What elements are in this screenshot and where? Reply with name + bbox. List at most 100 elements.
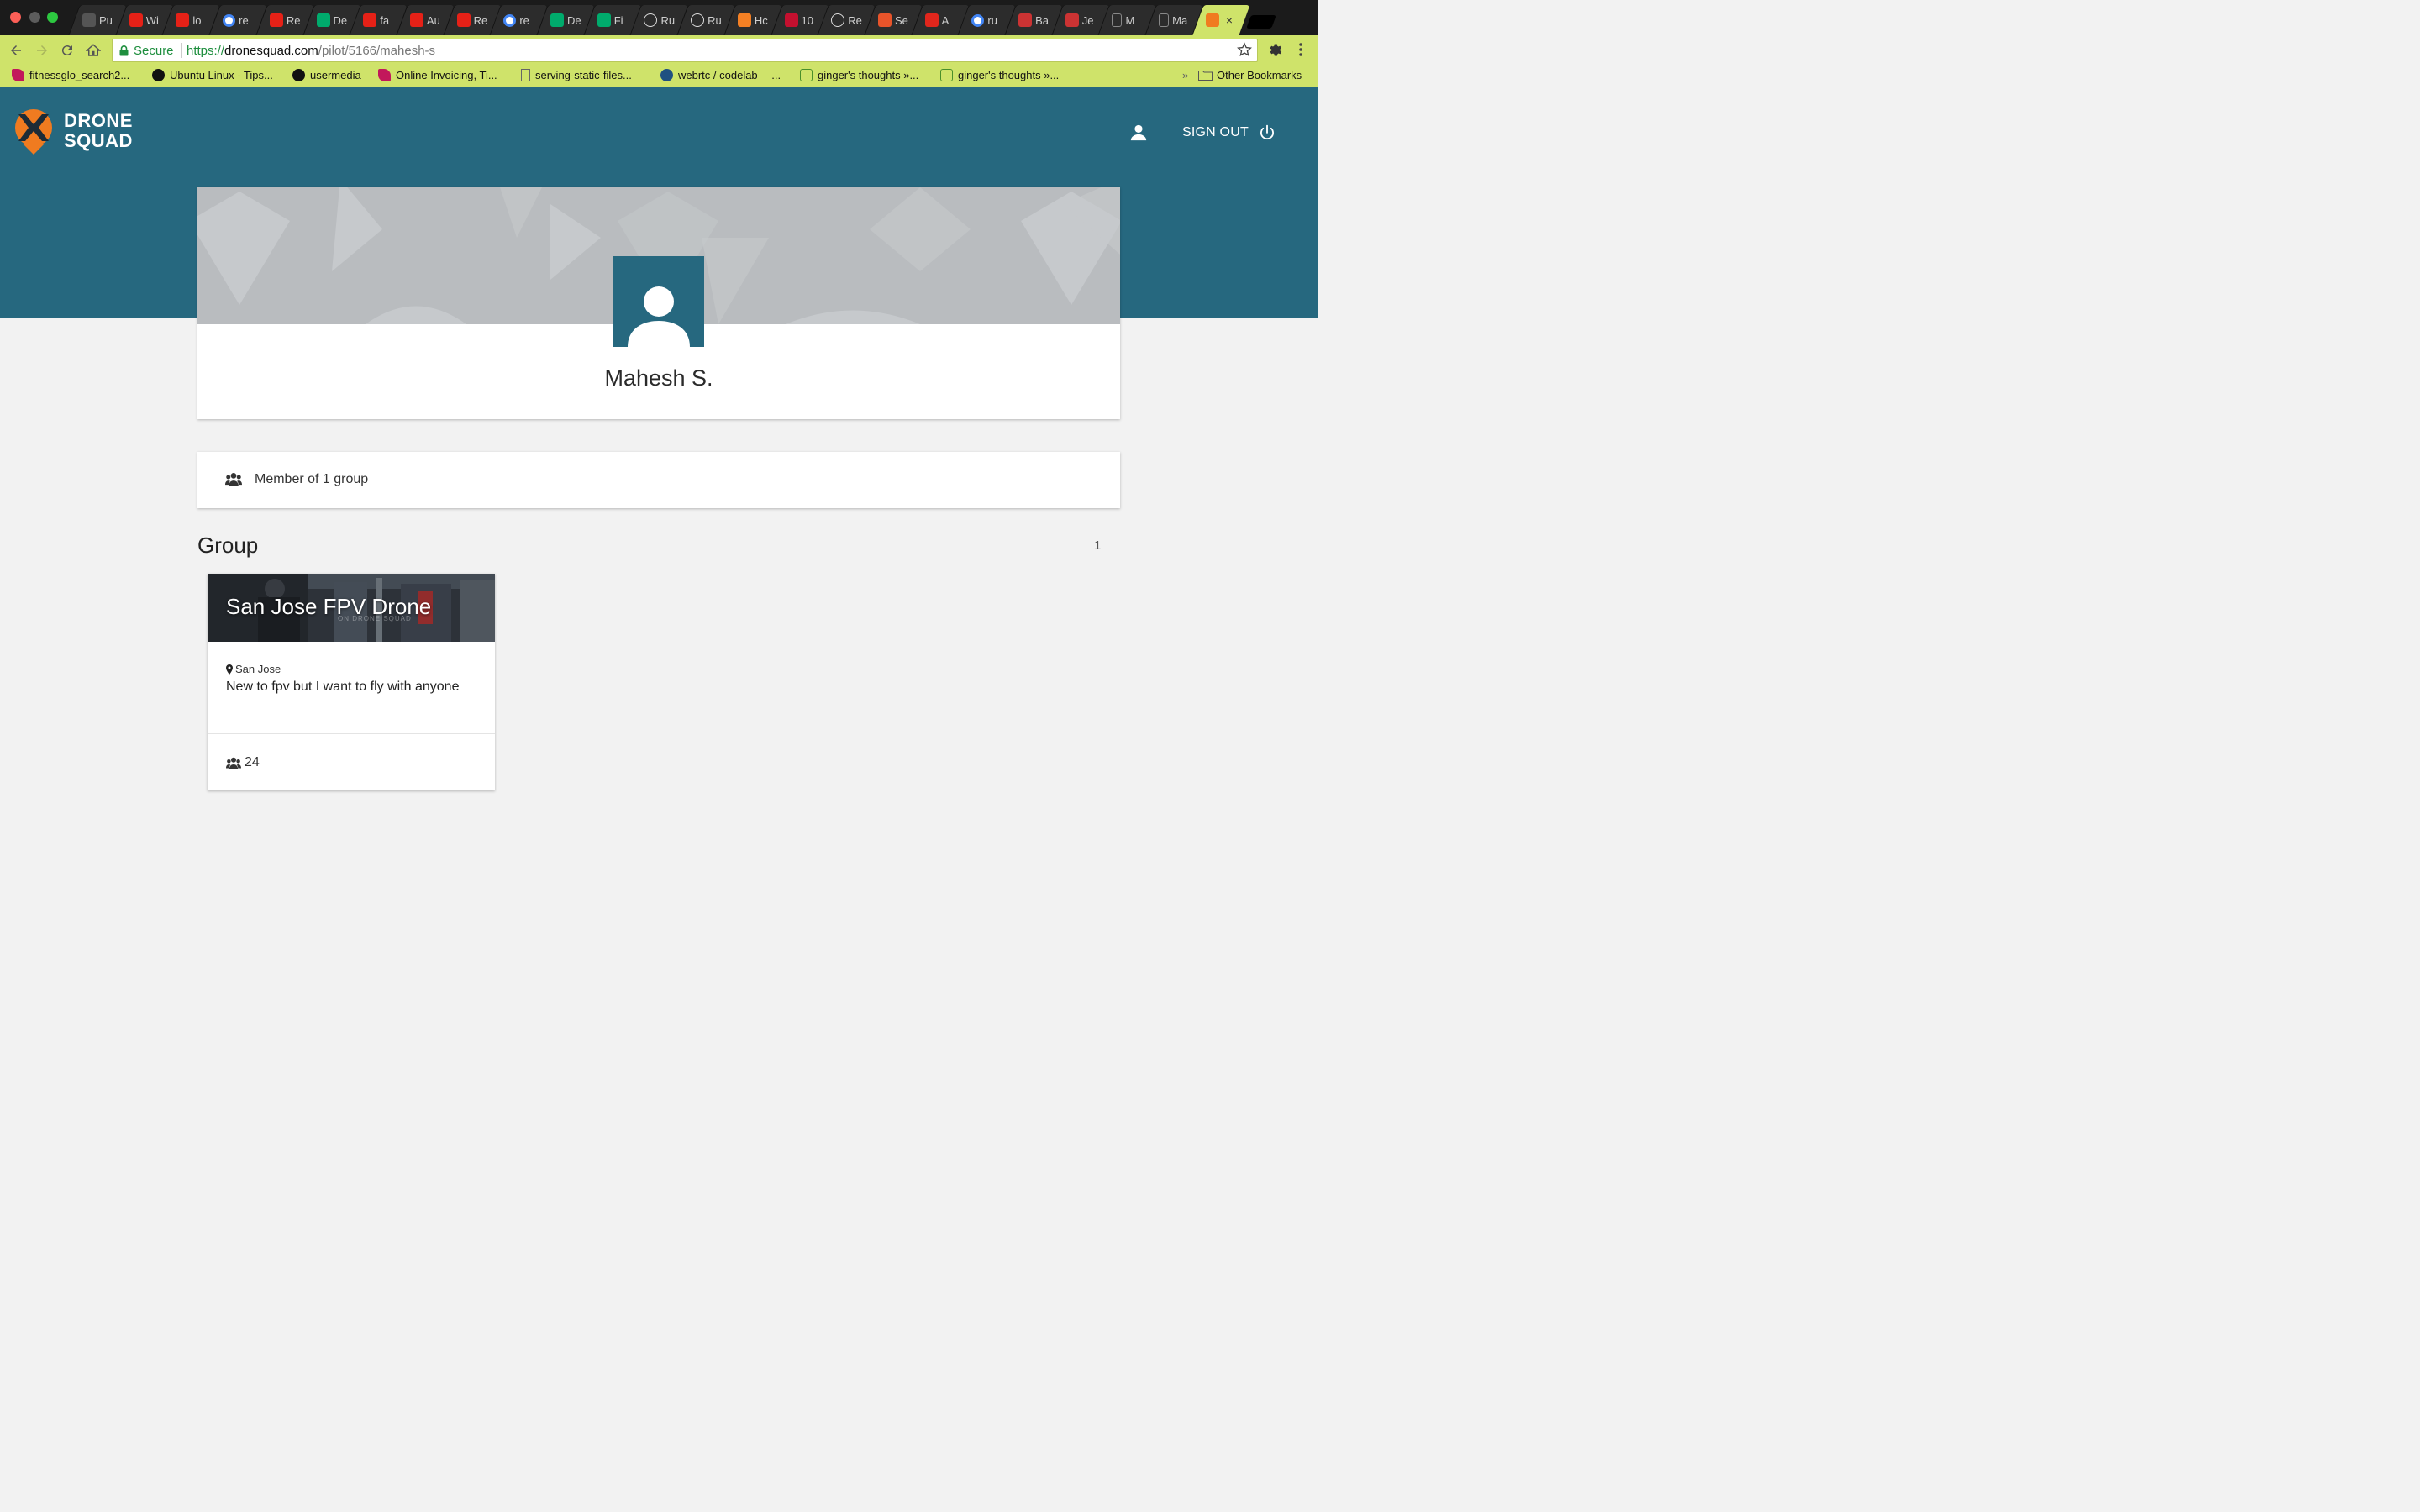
browser-tab[interactable]: Ru: [635, 5, 682, 35]
browser-tab[interactable]: ru: [963, 5, 1010, 35]
browser-tab[interactable]: Au: [402, 5, 449, 35]
bookmark-item[interactable]: usermedia: [292, 69, 361, 81]
bookmark-item[interactable]: webrtc / codelab —...: [660, 69, 781, 81]
browser-tab-label: Ru: [708, 13, 722, 27]
address-bar[interactable]: Secure https://dronesquad.com/pilot/5166…: [112, 39, 1258, 62]
browser-menu-button[interactable]: [1294, 42, 1307, 61]
person-icon: [1130, 124, 1147, 141]
sign-out-icon-button[interactable]: [1259, 124, 1276, 145]
browser-tab-label: Je: [1081, 13, 1094, 27]
bitbucket-icon: [660, 69, 673, 81]
sign-out-button[interactable]: SIGN OUT: [1182, 125, 1249, 140]
bookmark-item[interactable]: serving-static-files...: [521, 69, 632, 81]
bookmark-label: fitnessglo_search2...: [29, 69, 130, 81]
browser-tab-label: De: [567, 13, 581, 27]
group-description: New to fpv but I want to fly with anyone: [226, 680, 460, 694]
security-indicator[interactable]: Secure: [119, 44, 174, 58]
window-zoom-button[interactable]: [47, 12, 58, 23]
browser-tab-label: M: [1125, 13, 1135, 27]
bookmark-label: Online Invoicing, Ti...: [396, 69, 497, 81]
browser-tab[interactable]: Pu: [74, 5, 121, 35]
folder-icon: [1198, 71, 1213, 81]
account-button[interactable]: [1129, 123, 1148, 146]
browser-tab-label: 10: [801, 13, 814, 27]
browser-tab[interactable]: Je: [1057, 5, 1104, 35]
tab-list: Pu Wi lo re Re De fa Au Re re De Fi Ru Ru Hc 10 Re Se Aru B…: [74, 5, 1244, 35]
power-icon: [1260, 124, 1274, 140]
browser-tab[interactable]: Hc: [729, 5, 776, 35]
browser-tab[interactable]: ×: [1197, 5, 1244, 35]
pen-icon: [1018, 13, 1033, 27]
browser-tab-label: lo: [192, 13, 202, 27]
browser-tab[interactable]: Ru: [682, 5, 729, 35]
group-card[interactable]: San Jose FPV Drone ON DRONE SQUAD San Jo…: [208, 574, 495, 790]
bookmarks-bar: fitnessglo_search2... Ubuntu Linux - Tips…: [0, 66, 1318, 87]
bookmark-label: webrtc / codelab —...: [678, 69, 781, 81]
browser-tab-label: Re: [286, 13, 301, 27]
dr-icon: [784, 13, 798, 27]
bookmark-label: serving-static-files...: [535, 69, 632, 81]
bookmark-item[interactable]: Online Invoicing, Ti...: [378, 69, 497, 81]
extension-button[interactable]: [1267, 42, 1283, 62]
lock-icon: [119, 45, 129, 56]
home-button[interactable]: [85, 42, 102, 59]
browser-tab-strip: Pu Wi lo re Re De fa Au Re re De Fi Ru Ru Hc 10 Re Se Aru B…: [0, 0, 1318, 35]
browser-tab-label: A: [941, 13, 950, 27]
other-bookmarks-label: Other Bookmarks: [1217, 69, 1302, 81]
page-icon: [1159, 13, 1170, 27]
browser-tab[interactable]: Ba: [1010, 5, 1057, 35]
bookmark-item[interactable]: ginger's thoughts »...: [940, 69, 1059, 81]
s-icon: [924, 13, 939, 27]
browser-tab[interactable]: M: [1103, 5, 1150, 35]
browser-tab[interactable]: lo: [167, 5, 214, 35]
window-close-button[interactable]: [10, 12, 21, 23]
browser-tab-label: Ba: [1035, 13, 1049, 27]
browser-tab-label: De: [333, 13, 348, 27]
browser-tab[interactable]: fa: [355, 5, 402, 35]
reload-icon: [61, 45, 72, 56]
browser-tab[interactable]: re: [495, 5, 542, 35]
browser-tab[interactable]: Re: [261, 5, 308, 35]
browser-tab[interactable]: De: [308, 5, 355, 35]
medium-icon: [597, 13, 611, 27]
forward-button[interactable]: [34, 42, 50, 59]
group-icon: [226, 757, 241, 769]
profile-card: Mahesh S.: [197, 187, 1120, 419]
youtube-icon: [269, 13, 283, 27]
browser-tab[interactable]: 10: [776, 5, 823, 35]
more-bookmarks-button[interactable]: »: [1182, 69, 1188, 81]
url-text[interactable]: https://dronesquad.com/pilot/5166/mahesh…: [187, 44, 435, 58]
browser-tab[interactable]: A: [917, 5, 964, 35]
browser-tab[interactable]: re: [214, 5, 261, 35]
window-minimize-button[interactable]: [29, 12, 40, 23]
bookmark-star-button[interactable]: [1237, 42, 1252, 61]
browser-tab[interactable]: De: [542, 5, 589, 35]
other-bookmarks-folder[interactable]: Other Bookmarks: [1198, 69, 1302, 81]
browser-tab[interactable]: Re: [823, 5, 870, 35]
browser-tab-label: Re: [848, 13, 862, 27]
leaf-icon: [378, 69, 391, 81]
bookmark-item[interactable]: fitnessglo_search2...: [12, 69, 129, 81]
bookmark-item[interactable]: Ubuntu Linux - Tips...: [152, 69, 273, 81]
back-button[interactable]: [8, 42, 24, 59]
browser-tab[interactable]: Se: [870, 5, 917, 35]
group-icon: [225, 472, 242, 491]
browser-tab-label: Pu: [99, 13, 113, 27]
medium-icon: [316, 13, 330, 27]
new-tab-button[interactable]: [1246, 15, 1276, 29]
speech-icon: [940, 69, 953, 81]
bookmark-label: Ubuntu Linux - Tips...: [170, 69, 273, 81]
site-logo[interactable]: DRONE SQUAD: [13, 108, 133, 155]
browser-tab-label: re: [239, 13, 249, 27]
browser-tab[interactable]: Fi: [589, 5, 636, 35]
group-member-count: 24: [226, 755, 260, 770]
browser-tab[interactable]: Ma: [1150, 5, 1197, 35]
close-icon[interactable]: ×: [1226, 13, 1233, 27]
group-banner-image: San Jose FPV Drone ON DRONE SQUAD: [208, 574, 495, 642]
profile-name: Mahesh S.: [604, 365, 713, 391]
reload-button[interactable]: [59, 42, 76, 59]
person-icon: [628, 286, 690, 347]
bookmark-item[interactable]: ginger's thoughts »...: [800, 69, 918, 81]
browser-tab[interactable]: Wi: [121, 5, 168, 35]
browser-tab[interactable]: Re: [449, 5, 496, 35]
